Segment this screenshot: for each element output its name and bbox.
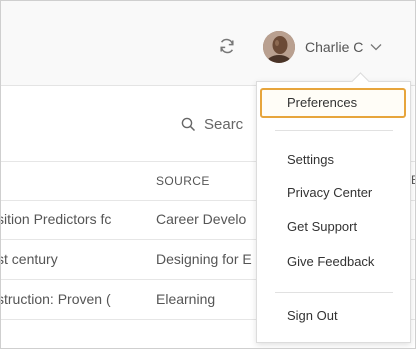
row-source: Designing for E (156, 251, 252, 267)
search-placeholder: Searc (204, 115, 244, 133)
menu-item-preferences[interactable]: Preferences (260, 88, 406, 118)
menu-divider (275, 292, 393, 293)
menu-item-give-feedback[interactable]: Give Feedback (287, 254, 374, 269)
search-icon (181, 117, 196, 131)
column-header-partial: E (411, 173, 415, 187)
menu-item-privacy-center[interactable]: Privacy Center (287, 185, 372, 200)
user-photo-icon (263, 31, 295, 63)
row-source: Elearning (156, 291, 216, 307)
user-menu-toggle[interactable]: Charlie C (263, 30, 382, 64)
refresh-icon (220, 38, 234, 54)
row-title: struction: Proven ( (1, 291, 111, 307)
menu-divider (275, 130, 393, 131)
row-title: st century (1, 251, 58, 267)
menu-item-get-support[interactable]: Get Support (287, 219, 357, 234)
app-window: Charlie C Searc SOURCE sition Predictors… (0, 0, 416, 349)
menu-item-settings[interactable]: Settings (287, 152, 334, 167)
user-name: Charlie C (305, 39, 364, 55)
top-header: Charlie C (1, 1, 415, 86)
search-input[interactable]: Searc (181, 109, 243, 139)
menu-item-sign-out[interactable]: Sign Out (287, 308, 338, 323)
avatar[interactable] (263, 31, 295, 63)
user-dropdown-menu: Preferences Settings Privacy Center Get … (256, 72, 411, 343)
chevron-down-icon (370, 43, 382, 51)
row-title: sition Predictors fc (1, 211, 112, 227)
row-source: Career Develo (156, 211, 247, 227)
column-header-source[interactable]: SOURCE (156, 174, 210, 188)
refresh-button[interactable] (216, 35, 238, 57)
